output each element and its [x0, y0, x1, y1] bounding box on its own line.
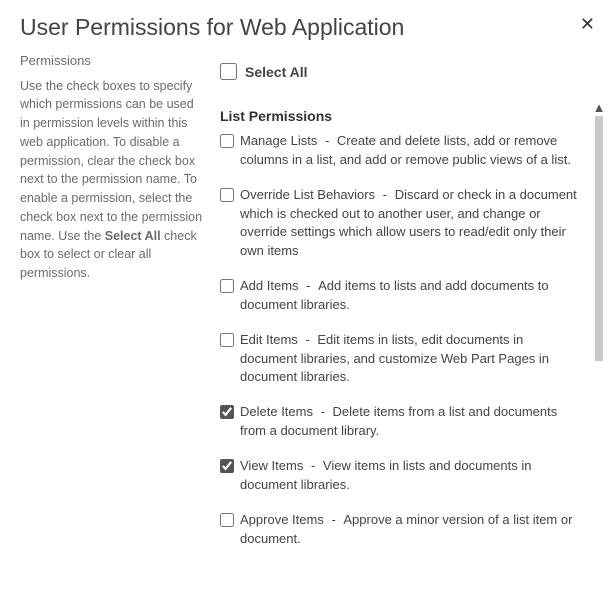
- section-heading-list-permissions: List Permissions: [220, 108, 581, 124]
- permission-checkbox[interactable]: [220, 188, 234, 202]
- permission-name: View Items: [240, 458, 303, 473]
- select-all-label: Select All: [245, 64, 308, 80]
- permission-text: View Items - View items in lists and doc…: [240, 457, 581, 495]
- permission-name: Edit Items: [240, 332, 298, 347]
- permission-text: Override List Behaviors - Discard or che…: [240, 186, 581, 261]
- dialog-title: User Permissions for Web Application: [0, 0, 611, 51]
- help-desc-bold: Select All: [105, 229, 161, 243]
- permission-text: Add Items - Add items to lists and add d…: [240, 277, 581, 315]
- permission-name: Delete Items: [240, 404, 313, 419]
- permission-row: Edit Items - Edit items in lists, edit d…: [220, 331, 581, 388]
- permission-checkbox[interactable]: [220, 134, 234, 148]
- select-all-checkbox[interactable]: [220, 63, 237, 80]
- permission-name: Add Items: [240, 278, 299, 293]
- permission-text: Delete Items - Delete items from a list …: [240, 403, 581, 441]
- permission-row: Approve Items - Approve a minor version …: [220, 511, 581, 549]
- permission-separator: -: [307, 458, 319, 473]
- help-heading: Permissions: [20, 51, 204, 71]
- permission-checkbox[interactable]: [220, 459, 234, 473]
- permission-row: Override List Behaviors - Discard or che…: [220, 186, 581, 261]
- permission-row: View Items - View items in lists and doc…: [220, 457, 581, 495]
- permission-text: Edit Items - Edit items in lists, edit d…: [240, 331, 581, 388]
- permissions-list: Manage Lists - Create and delete lists, …: [220, 132, 581, 548]
- permission-text: Manage Lists - Create and delete lists, …: [240, 132, 581, 170]
- permissions-panel: Select All List Permissions Manage Lists…: [220, 51, 611, 591]
- close-button[interactable]: ✕: [580, 14, 595, 35]
- permission-row: Delete Items - Delete items from a list …: [220, 403, 581, 441]
- scroll-track[interactable]: [595, 116, 603, 591]
- help-panel: Permissions Use the check boxes to speci…: [20, 51, 220, 591]
- permission-name: Approve Items: [240, 512, 324, 527]
- permission-separator: -: [303, 278, 315, 293]
- permission-checkbox[interactable]: [220, 405, 234, 419]
- permission-separator: -: [317, 404, 329, 419]
- permission-separator: -: [328, 512, 340, 527]
- permission-checkbox[interactable]: [220, 513, 234, 527]
- select-all-row: Select All: [220, 63, 581, 80]
- permission-checkbox[interactable]: [220, 333, 234, 347]
- permission-separator: -: [321, 133, 333, 148]
- permission-row: Manage Lists - Create and delete lists, …: [220, 132, 581, 170]
- help-desc-pre: Use the check boxes to specify which per…: [20, 79, 202, 243]
- scroll-up-arrow-icon[interactable]: ▲: [593, 99, 606, 116]
- dialog-body: Permissions Use the check boxes to speci…: [0, 51, 611, 591]
- scroll-thumb[interactable]: [595, 116, 603, 361]
- permission-name: Override List Behaviors: [240, 187, 375, 202]
- permission-checkbox[interactable]: [220, 279, 234, 293]
- permission-name: Manage Lists: [240, 133, 317, 148]
- help-description: Use the check boxes to specify which per…: [20, 77, 204, 283]
- permission-row: Add Items - Add items to lists and add d…: [220, 277, 581, 315]
- vertical-scrollbar[interactable]: ▲: [590, 99, 608, 591]
- permission-separator: -: [379, 187, 391, 202]
- permission-separator: -: [302, 332, 314, 347]
- permission-text: Approve Items - Approve a minor version …: [240, 511, 581, 549]
